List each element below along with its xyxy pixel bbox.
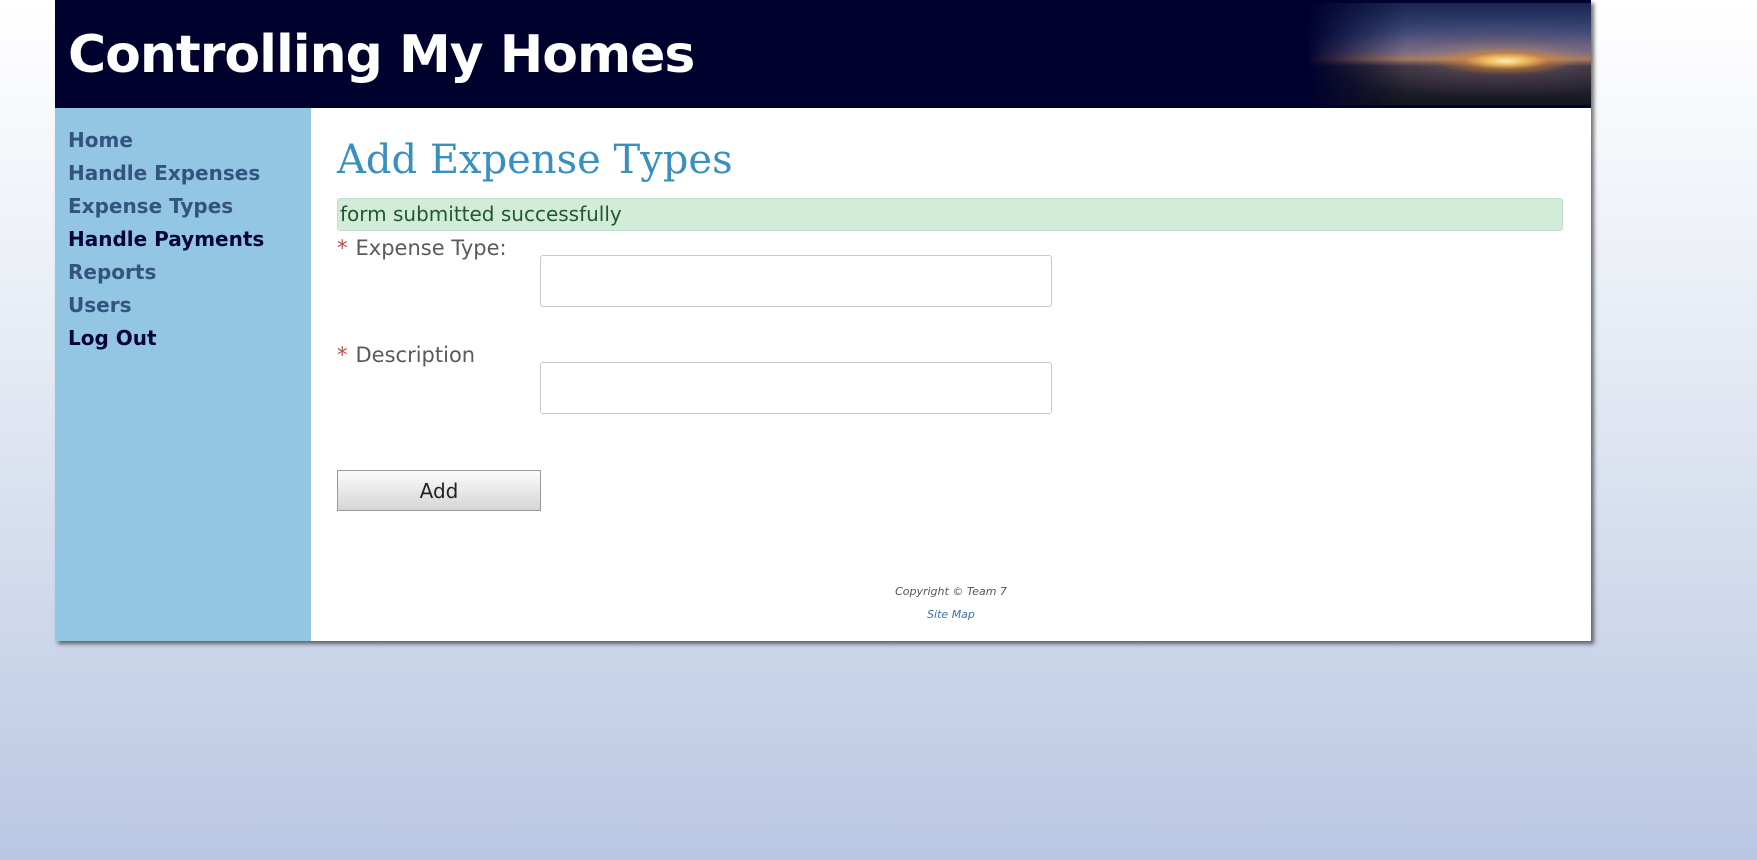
description-label-text: Description [355,343,476,367]
sidebar-link-reports[interactable]: Reports [68,260,156,284]
header-sunset-image [1306,3,1591,105]
page-container: Controlling My Homes Home Handle Expense… [55,0,1591,641]
copyright-text: Copyright © Team 7 [895,585,1007,598]
expense-type-label-text: Expense Type: [355,236,507,260]
sidebar-item-handle-payments: Handle Payments [68,223,311,256]
sidebar-link-log-out[interactable]: Log Out [68,326,157,350]
description-input[interactable] [540,362,1052,414]
sidebar-nav: Home Handle Expenses Expense Types Handl… [55,108,311,355]
add-button[interactable]: Add [337,470,541,511]
sidebar-item-home: Home [68,124,311,157]
sidebar-item-handle-expenses: Handle Expenses [68,157,311,190]
sidebar-link-users[interactable]: Users [68,293,131,317]
sidebar-item-log-out: Log Out [68,322,311,355]
sidebar-item-users: Users [68,289,311,322]
site-title: Controlling My Homes [68,25,695,85]
sidebar-link-expense-types[interactable]: Expense Types [68,194,233,218]
main-content: Add Expense Types form submitted success… [311,108,1591,641]
sidebar-link-handle-expenses[interactable]: Handle Expenses [68,161,260,185]
sidebar: Home Handle Expenses Expense Types Handl… [55,108,311,641]
page-title: Add Expense Types [337,137,733,183]
expense-type-input[interactable] [540,255,1052,307]
required-mark: * [337,343,348,367]
expense-type-label: * Expense Type: [337,235,507,261]
sidebar-item-reports: Reports [68,256,311,289]
site-header: Controlling My Homes [55,0,1591,108]
sidebar-link-home[interactable]: Home [68,128,133,152]
description-label: * Description [337,342,475,368]
sitemap-container: Site Map [311,608,1591,622]
site-map-link[interactable]: Site Map [927,608,975,621]
success-message: form submitted successfully [337,198,1563,231]
required-mark: * [337,236,348,260]
sidebar-link-handle-payments[interactable]: Handle Payments [68,227,264,251]
sidebar-item-expense-types: Expense Types [68,190,311,223]
